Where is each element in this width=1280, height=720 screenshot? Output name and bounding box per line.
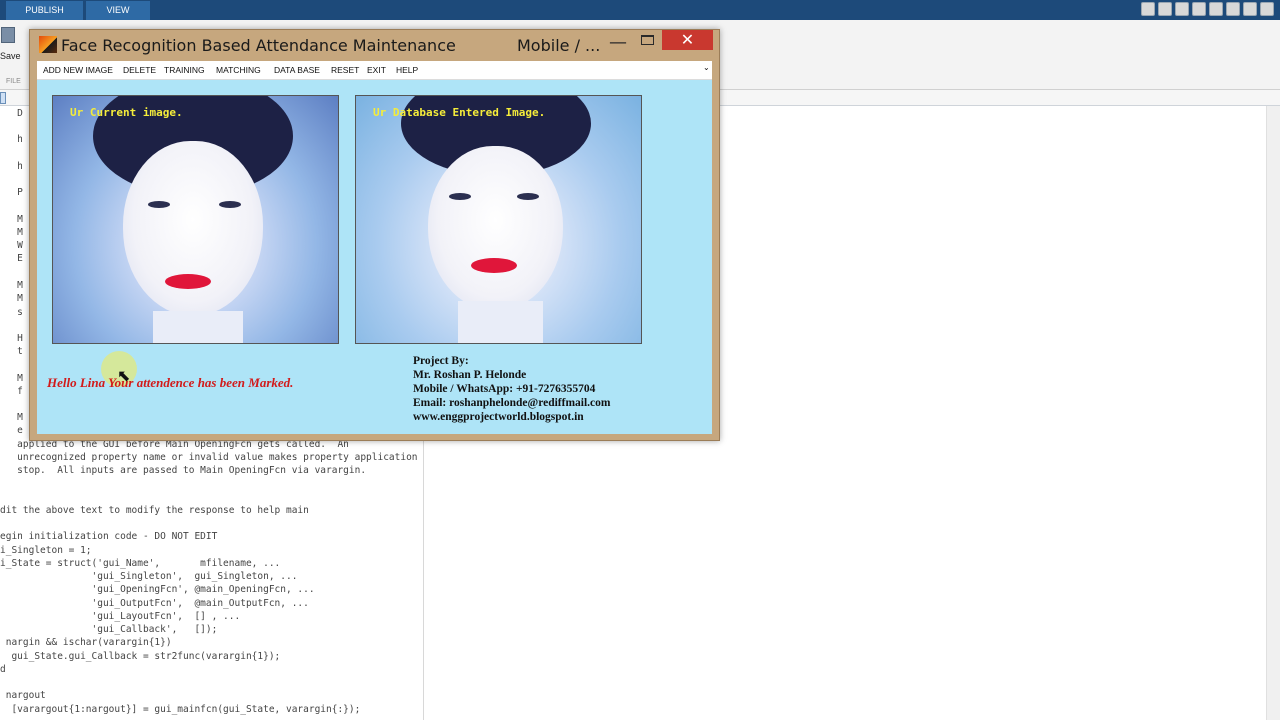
code-line: h — [0, 134, 23, 145]
code-line: d — [0, 664, 6, 675]
code-line: e — [0, 425, 23, 436]
code-line: 'gui_OpeningFcn', @main_OpeningFcn, ... — [0, 584, 315, 595]
code-line: M — [0, 293, 23, 304]
menu-overflow-icon[interactable]: ⌄ — [703, 63, 710, 72]
file-section-label: FILE — [6, 78, 21, 85]
window-title-suffix: Mobile / ... — [517, 36, 601, 55]
left-eye — [449, 193, 471, 200]
code-line: egin initialization code - DO NOT EDIT — [0, 531, 218, 542]
copy-icon[interactable] — [1192, 2, 1206, 16]
tab-publish[interactable]: PUBLISH — [6, 1, 83, 20]
menu-exit[interactable]: EXIT — [367, 65, 386, 75]
current-image-caption: Ur Current image. — [70, 106, 183, 119]
code-line: unrecognized property name or invalid va… — [0, 452, 418, 463]
code-line: 'gui_OutputFcn', @main_OutputFcn, ... — [0, 598, 309, 609]
editor-scrollbar[interactable] — [1266, 106, 1280, 720]
code-line: stop. All inputs are passed to Main Open… — [0, 465, 367, 476]
undo-icon[interactable] — [1226, 2, 1240, 16]
credits-phone: Mobile / WhatsApp: +91-7276355704 — [413, 383, 596, 395]
menu-help[interactable]: HELP — [396, 65, 418, 75]
code-line: [varargout{1:nargout}] = gui_mainfcn(gui… — [0, 704, 361, 715]
code-line: D — [0, 108, 23, 119]
code-line: 'gui_Callback', []); — [0, 624, 218, 635]
code-line: E — [0, 253, 23, 264]
code-line: t — [0, 346, 23, 357]
neck-shape — [458, 301, 543, 343]
code-line: i_State = struct('gui_Name', mfilename, … — [0, 558, 281, 569]
code-line: s — [0, 307, 23, 318]
tab-view[interactable]: VIEW — [86, 1, 150, 20]
code-line: dit the above text to modify the respons… — [0, 505, 309, 516]
close-button[interactable]: ✕ — [662, 30, 713, 50]
face-shape — [123, 141, 263, 316]
window-title: Face Recognition Based Attendance Mainte… — [61, 36, 456, 55]
mouse-cursor-icon: ⬉ — [117, 366, 131, 385]
menu-delete[interactable]: DELETE — [123, 65, 156, 75]
menu-add-new-image[interactable]: ADD NEW IMAGE — [43, 65, 113, 75]
code-line: nargout — [0, 690, 46, 701]
credits-website: www.enggprojectworld.blogspot.in — [413, 411, 584, 423]
database-image-caption: Ur Database Entered Image. — [373, 106, 546, 119]
database-image-axes — [355, 95, 642, 344]
right-eye — [517, 193, 539, 200]
current-image-axes — [52, 95, 339, 344]
editor-tab-icon[interactable] — [0, 92, 6, 104]
maximize-icon — [641, 35, 654, 45]
save-icon[interactable] — [1158, 2, 1172, 16]
credits-email: Email: roshanphelonde@rediffmail.com — [413, 397, 611, 409]
save-button-icon[interactable] — [1, 27, 15, 43]
code-line: W — [0, 240, 23, 251]
project-credits: Project By: Mr. Roshan P. Helonde Mobile… — [413, 354, 610, 424]
credits-author: Mr. Roshan P. Helonde — [413, 369, 527, 381]
attendance-status-message: Hello Lina Your attendence has been Mark… — [47, 375, 294, 390]
code-line: 'gui_LayoutFcn', [] , ... — [0, 611, 241, 622]
lips — [165, 274, 211, 289]
minimize-button[interactable]: — — [604, 34, 632, 54]
code-line: M — [0, 227, 23, 238]
code-line: h — [0, 161, 23, 172]
code-line: M — [0, 412, 23, 423]
save-button-label[interactable]: Save — [0, 51, 21, 61]
menu-training[interactable]: TRAINING — [164, 65, 205, 75]
code-line: M — [0, 280, 23, 291]
face-shape — [428, 146, 563, 311]
code-line: gui_State.gui_Callback = str2func(vararg… — [0, 651, 281, 662]
code-line: M — [0, 373, 23, 384]
cut-icon[interactable] — [1175, 2, 1189, 16]
credits-heading: Project By: — [413, 355, 469, 367]
code-line: i_Singleton = 1; — [0, 545, 92, 556]
neck-shape — [153, 311, 243, 343]
code-line: M — [0, 214, 23, 225]
code-line: 'gui_Singleton', gui_Singleton, ... — [0, 571, 298, 582]
redo-icon[interactable] — [1243, 2, 1257, 16]
switch-windows-icon[interactable] — [1260, 2, 1274, 16]
lips — [471, 258, 517, 273]
matlab-logo-icon — [39, 36, 57, 53]
left-eye — [148, 201, 170, 208]
matlab-toolstrip — [0, 0, 1280, 20]
quick-access-toolbar — [1141, 2, 1280, 18]
paste-icon[interactable] — [1209, 2, 1223, 16]
code-line: nargin && ischar(varargin{1}) — [0, 637, 172, 648]
right-eye — [219, 201, 241, 208]
code-line: H — [0, 333, 23, 344]
code-line: P — [0, 187, 23, 198]
code-line: f — [0, 386, 23, 397]
menu-matching[interactable]: MATCHING — [216, 65, 261, 75]
search-docs-icon[interactable] — [1141, 2, 1155, 16]
menu-reset[interactable]: RESET — [331, 65, 359, 75]
menu-database[interactable]: DATA BASE — [274, 65, 320, 75]
